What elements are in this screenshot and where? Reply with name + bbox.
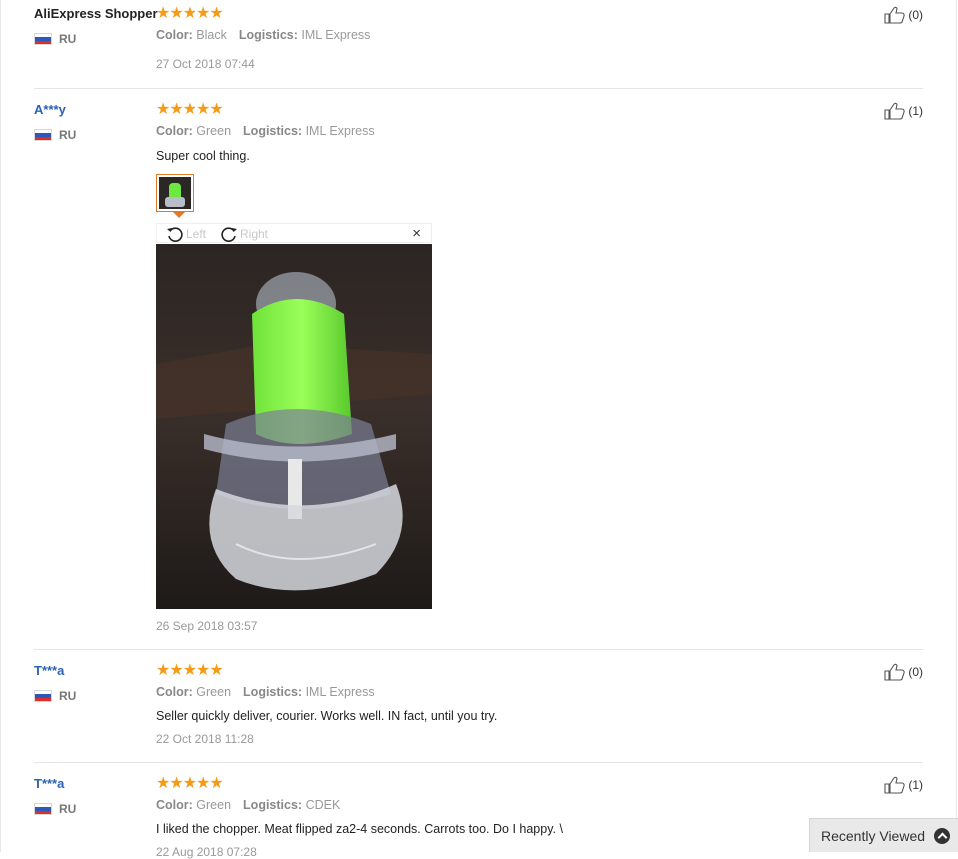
color-label: Color:: [156, 28, 193, 42]
star-rating: ★★★★★: [156, 101, 224, 118]
rotate-right-label: Right: [240, 227, 269, 241]
review-date: 27 Oct 2018 07:44: [156, 57, 255, 71]
country-code: RU: [59, 689, 77, 703]
color-label: Color:: [156, 124, 193, 138]
country-code: RU: [59, 32, 77, 46]
reviewer-country: RU: [34, 802, 76, 816]
color-label: Color:: [156, 798, 193, 812]
thumbs-up-icon: [884, 6, 905, 24]
review-photo-large: [156, 244, 432, 609]
star-rating: ★★★★★: [156, 662, 224, 679]
review-item: T***a RU ★★★★★ Color: Green Logistics: CD…: [34, 775, 923, 859]
color-value: Green: [196, 124, 232, 138]
star-rating: ★★★★★: [156, 5, 224, 22]
order-attributes: Color: Black Logistics: IML Express: [156, 28, 370, 42]
logistics-value: IML Express: [305, 124, 375, 138]
order-attributes: Color: Green Logistics: CDEK: [156, 798, 340, 812]
recently-viewed-tab[interactable]: Recently Viewed: [809, 818, 958, 852]
reviewer-name[interactable]: T***a: [34, 663, 64, 678]
helpful-count: (0): [908, 8, 923, 22]
review-divider: [34, 762, 923, 763]
review-item: AliExpress Shopper RU ★★★★★ Color: Black…: [34, 6, 923, 86]
logistics-label: Logistics:: [243, 798, 303, 812]
logistics-label: Logistics:: [243, 124, 303, 138]
photo-viewer-toolbar: Left Right ×: [156, 223, 432, 243]
helpful-button[interactable]: (0): [884, 6, 923, 24]
review-text: Seller quickly deliver, courier. Works w…: [156, 709, 498, 723]
order-attributes: Color: Green Logistics: IML Express: [156, 685, 375, 699]
russia-flag-icon: [34, 803, 52, 815]
logistics-label: Logistics:: [243, 685, 303, 699]
helpful-button[interactable]: (1): [884, 102, 923, 120]
helpful-count: (0): [908, 665, 923, 679]
order-attributes: Color: Green Logistics: IML Express: [156, 124, 375, 138]
russia-flag-icon: [34, 129, 52, 141]
reviewer-country: RU: [34, 689, 76, 703]
page-left-border: [0, 0, 1, 852]
recently-viewed-label: Recently Viewed: [821, 827, 926, 844]
review-text: Super cool thing.: [156, 149, 250, 163]
logistics-label: Logistics:: [238, 28, 298, 42]
page-right-border: [956, 0, 957, 852]
close-icon[interactable]: ×: [412, 225, 421, 243]
country-code: RU: [59, 128, 77, 142]
logistics-value: CDEK: [305, 798, 341, 812]
russia-flag-icon: [34, 690, 52, 702]
rotate-left-label: Left: [186, 227, 207, 241]
rotate-left-icon: [167, 227, 183, 242]
color-value: Green: [196, 798, 232, 812]
reviewer-name[interactable]: T***a: [34, 776, 64, 791]
review-photo-thumbnail[interactable]: [156, 174, 194, 212]
color-label: Color:: [156, 685, 193, 699]
helpful-button[interactable]: (1): [884, 776, 923, 794]
logistics-value: IML Express: [305, 685, 375, 699]
russia-flag-icon: [34, 33, 52, 45]
country-code: RU: [59, 802, 77, 816]
review-divider: [34, 649, 923, 650]
thumbs-up-icon: [884, 102, 905, 120]
review-item: A***y RU ★★★★★ Color: Green Logistics: IM…: [34, 102, 923, 642]
review-text: I liked the chopper. Meat flipped za2-4 …: [156, 822, 563, 836]
reviewer-country: RU: [34, 32, 76, 46]
rotate-right-icon: [221, 227, 237, 242]
review-date: 22 Oct 2018 11:28: [156, 732, 254, 746]
reviewer-name: AliExpress Shopper: [34, 6, 158, 21]
rotate-right-button[interactable]: Right: [220, 225, 268, 243]
chevron-up-icon: [934, 827, 951, 844]
thumbs-up-icon: [884, 663, 905, 681]
color-value: Black: [196, 28, 227, 42]
review-divider: [34, 88, 923, 89]
reviewer-country: RU: [34, 128, 76, 142]
thumbnail-pointer: [173, 212, 185, 218]
logistics-value: IML Express: [301, 28, 371, 42]
review-item: T***a RU ★★★★★ Color: Green Logistics: IM…: [34, 663, 923, 753]
reviewer-name[interactable]: A***y: [34, 102, 66, 117]
helpful-count: (1): [908, 778, 923, 792]
helpful-button[interactable]: (0): [884, 663, 923, 681]
color-value: Green: [196, 685, 232, 699]
review-date: 22 Aug 2018 07:28: [156, 845, 257, 859]
review-date: 26 Sep 2018 03:57: [156, 619, 258, 633]
helpful-count: (1): [908, 104, 923, 118]
thumbs-up-icon: [884, 776, 905, 794]
star-rating: ★★★★★: [156, 775, 224, 792]
product-photo: [156, 244, 432, 609]
rotate-left-button[interactable]: Left: [166, 225, 206, 243]
